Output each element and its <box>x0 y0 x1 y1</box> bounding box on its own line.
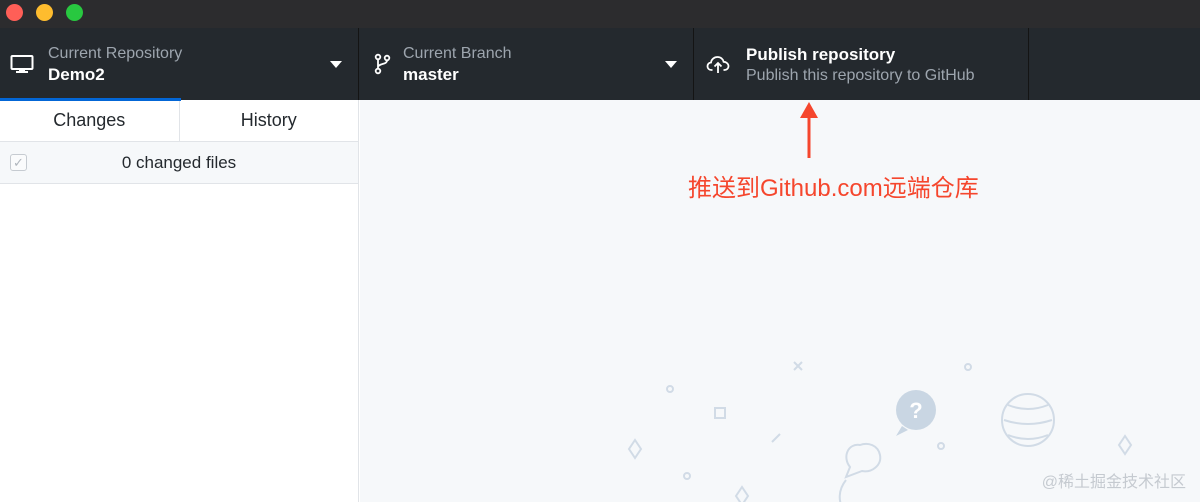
tab-history[interactable]: History <box>180 100 359 141</box>
maximize-window-button[interactable] <box>66 4 83 21</box>
tab-changes[interactable]: Changes <box>0 98 181 141</box>
annotation-arrow <box>800 102 818 158</box>
chevron-down-icon <box>665 61 677 68</box>
main-panel: ? 推送到Github.com远端仓库 @稀土掘金技术社区 <box>360 100 1200 502</box>
publish-repository-button[interactable]: Publish repository Publish this reposito… <box>694 28 1029 100</box>
blank-slate-illustration: ? <box>627 361 1133 502</box>
cloud-upload-icon <box>706 56 730 73</box>
changes-header: ✓ 0 changed files <box>0 142 358 184</box>
current-repository-button[interactable]: Current Repository Demo2 <box>0 28 359 100</box>
current-branch-value: master <box>403 65 459 84</box>
toolbar-empty-area <box>1029 28 1200 100</box>
changed-files-count: 0 changed files <box>121 153 237 172</box>
chevron-down-icon <box>330 61 342 68</box>
sidebar-tabs: Changes History <box>0 98 359 142</box>
minimize-window-button[interactable] <box>36 4 53 21</box>
annotation-text: 推送到Github.com远端仓库 <box>688 175 979 202</box>
window-titlebar <box>0 0 1200 28</box>
current-repository-label: Current Repository <box>48 45 183 62</box>
git-branch-icon <box>374 53 391 75</box>
publish-repository-title: Publish repository <box>746 45 896 64</box>
sidebar: Changes History ✓ 0 changed files <box>0 98 359 502</box>
publish-repository-subtitle: Publish this repository to GitHub <box>746 67 975 84</box>
current-repository-value: Demo2 <box>48 65 105 84</box>
svg-text:?: ? <box>909 398 922 423</box>
computer-icon <box>10 55 34 73</box>
toolbar: Current Repository Demo2 Current Branch … <box>0 28 1200 100</box>
watermark: @稀土掘金技术社区 <box>1041 474 1186 491</box>
current-branch-button[interactable]: Current Branch master <box>359 28 694 100</box>
close-window-button[interactable] <box>6 4 23 21</box>
current-branch-label: Current Branch <box>403 45 512 62</box>
